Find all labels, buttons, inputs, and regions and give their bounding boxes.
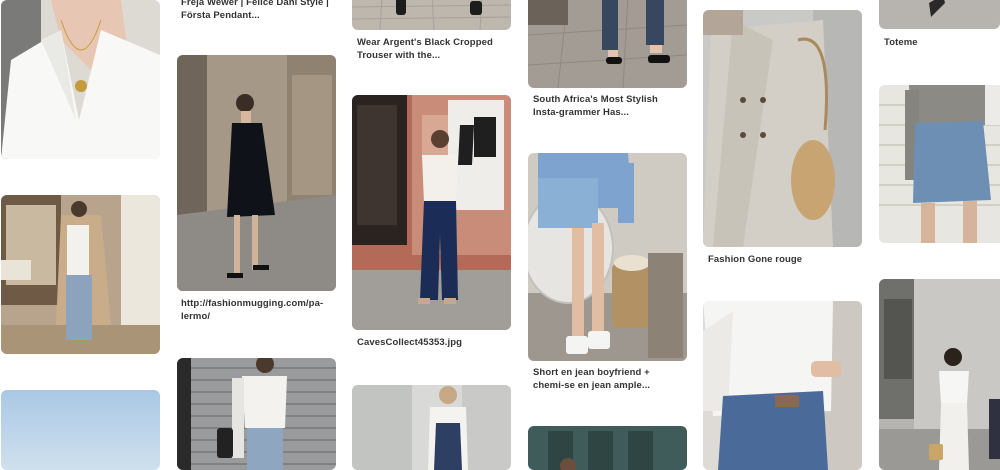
pin-white-tee-street[interactable] bbox=[879, 279, 1000, 470]
pin-image bbox=[528, 153, 687, 361]
pin-image bbox=[879, 279, 1000, 470]
pin-caption[interactable]: http://fashionmugging.com/pa-lermo/ bbox=[181, 297, 331, 323]
pin-denim-shorts-bag[interactable] bbox=[528, 153, 687, 361]
pin-caption[interactable]: South Africa's Most Stylish Insta-gramme… bbox=[533, 93, 683, 119]
pin-image bbox=[528, 426, 687, 470]
pin-white-tee-shutter[interactable] bbox=[177, 358, 336, 470]
pin-trench-coat-jeans[interactable] bbox=[1, 195, 160, 354]
pin-image bbox=[703, 10, 862, 247]
pin-image bbox=[879, 85, 1000, 243]
pin-image bbox=[703, 301, 862, 470]
pin-image bbox=[528, 0, 687, 88]
pin-caption[interactable]: Toteme bbox=[884, 36, 994, 49]
pin-image bbox=[177, 55, 336, 291]
pin-image bbox=[352, 0, 511, 30]
pin-loafers-street[interactable] bbox=[528, 0, 687, 88]
pin-caption[interactable]: Fashion Gone rouge bbox=[708, 253, 858, 266]
pin-teal-building[interactable] bbox=[528, 426, 687, 470]
pin-image bbox=[1, 390, 160, 470]
pin-caption[interactable]: Wear Argent's Black Cropped Trouser with… bbox=[357, 36, 507, 62]
pin-missing-poster-outfit[interactable] bbox=[352, 95, 511, 330]
pin-image bbox=[352, 385, 511, 470]
pin-grey-shirt-denim-skirt[interactable] bbox=[879, 85, 1000, 243]
pin-image bbox=[352, 95, 511, 330]
pin-caption[interactable]: CavesCollect45353.jpg bbox=[357, 336, 507, 349]
pin-heels-top[interactable] bbox=[879, 0, 1000, 29]
pin-image bbox=[177, 358, 336, 470]
pin-cobblestone-shoes[interactable] bbox=[352, 0, 511, 30]
pin-sky[interactable] bbox=[1, 390, 160, 470]
pin-caption[interactable]: Short en jean boyfriend + chemi-se en je… bbox=[533, 366, 683, 392]
pin-beige-trench-basket[interactable] bbox=[703, 10, 862, 247]
pin-image bbox=[1, 195, 160, 354]
pin-overalls[interactable] bbox=[352, 385, 511, 470]
pin-caption[interactable]: Freja Wewer | Felice Dahl Style | Första… bbox=[181, 0, 331, 22]
pin-image bbox=[879, 0, 1000, 29]
pin-white-shirt-jeans[interactable] bbox=[703, 301, 862, 470]
pin-white-shirt-necklace[interactable] bbox=[1, 0, 160, 159]
pin-black-slip-dress[interactable] bbox=[177, 55, 336, 291]
pin-image bbox=[1, 0, 160, 159]
